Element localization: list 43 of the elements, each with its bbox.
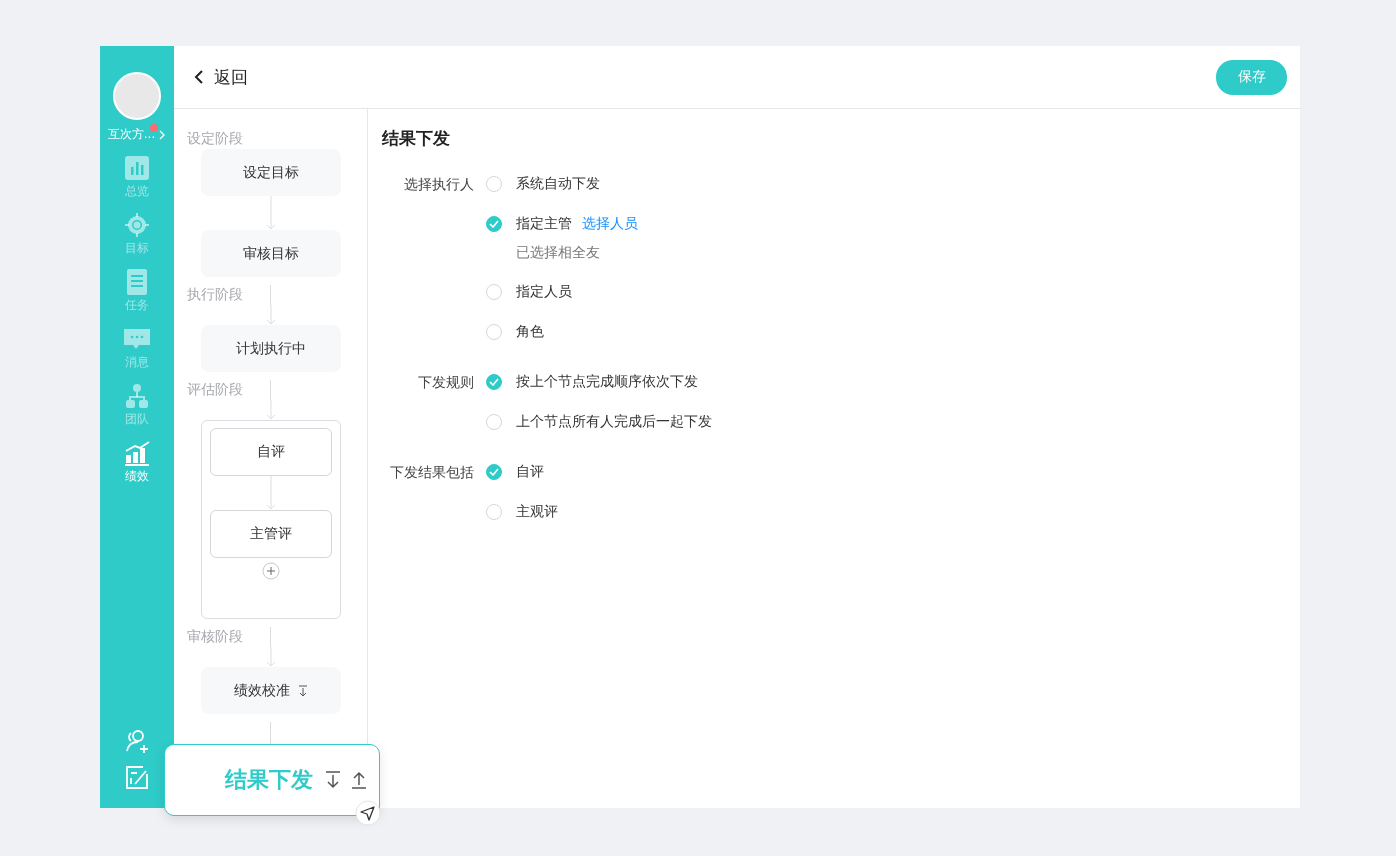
option-label[interactable]: 角色 (516, 323, 544, 341)
chevron-left-icon (194, 69, 204, 85)
add-user-icon[interactable] (124, 728, 150, 754)
checkmark-icon (489, 378, 499, 386)
flow-node[interactable]: 审核目标 (200, 230, 341, 277)
checkmark-icon (489, 220, 499, 228)
selected-person-text: 已选择相全友 (516, 244, 601, 262)
checkmark-icon (489, 468, 499, 476)
move-down-icon[interactable] (297, 684, 308, 697)
flow-node[interactable]: 自评 (209, 428, 332, 476)
connector-arrow (265, 196, 276, 230)
option-label[interactable]: 按上个节点完成顺序依次下发 (516, 373, 698, 391)
radio-button[interactable] (486, 216, 502, 232)
radio-button[interactable] (486, 374, 502, 390)
list-icon (124, 269, 150, 295)
option-label[interactable]: 主观评 (516, 503, 558, 521)
option-label[interactable]: 指定主管 (516, 215, 572, 233)
option-label[interactable]: 上个节点所有人完成后一起下发 (516, 413, 712, 431)
field-label: 下发规则 (417, 373, 474, 392)
flow-node[interactable]: 绩效校准 (200, 667, 341, 714)
option-label[interactable]: 系统自动下发 (516, 175, 600, 193)
move-up-icon[interactable] (351, 771, 367, 789)
bar-chart-icon (124, 155, 150, 181)
send-icon[interactable] (355, 800, 381, 826)
field-label: 下发结果包括 (389, 463, 474, 482)
flow-node[interactable]: 计划执行中 (200, 325, 341, 372)
target-icon (124, 212, 150, 238)
connector-arrow (265, 476, 276, 510)
chevron-right-icon[interactable] (158, 129, 167, 140)
back-button[interactable]: 返回 (194, 65, 248, 89)
add-node-icon[interactable] (261, 562, 280, 580)
option-label[interactable]: 自评 (516, 463, 544, 481)
org-chart-icon (124, 383, 150, 409)
flow-node[interactable]: 主管评 (209, 510, 332, 558)
field-label: 选择执行人 (403, 175, 474, 194)
radio-button[interactable] (486, 464, 502, 480)
avatar[interactable] (113, 72, 161, 120)
flow-node[interactable]: 设定目标 (200, 149, 341, 196)
panel-title: 结果下发 (382, 127, 451, 150)
edit-icon[interactable] (124, 764, 150, 790)
move-down-icon[interactable] (325, 771, 341, 789)
growth-chart-icon (124, 440, 150, 466)
option-label[interactable]: 指定人员 (516, 283, 572, 301)
